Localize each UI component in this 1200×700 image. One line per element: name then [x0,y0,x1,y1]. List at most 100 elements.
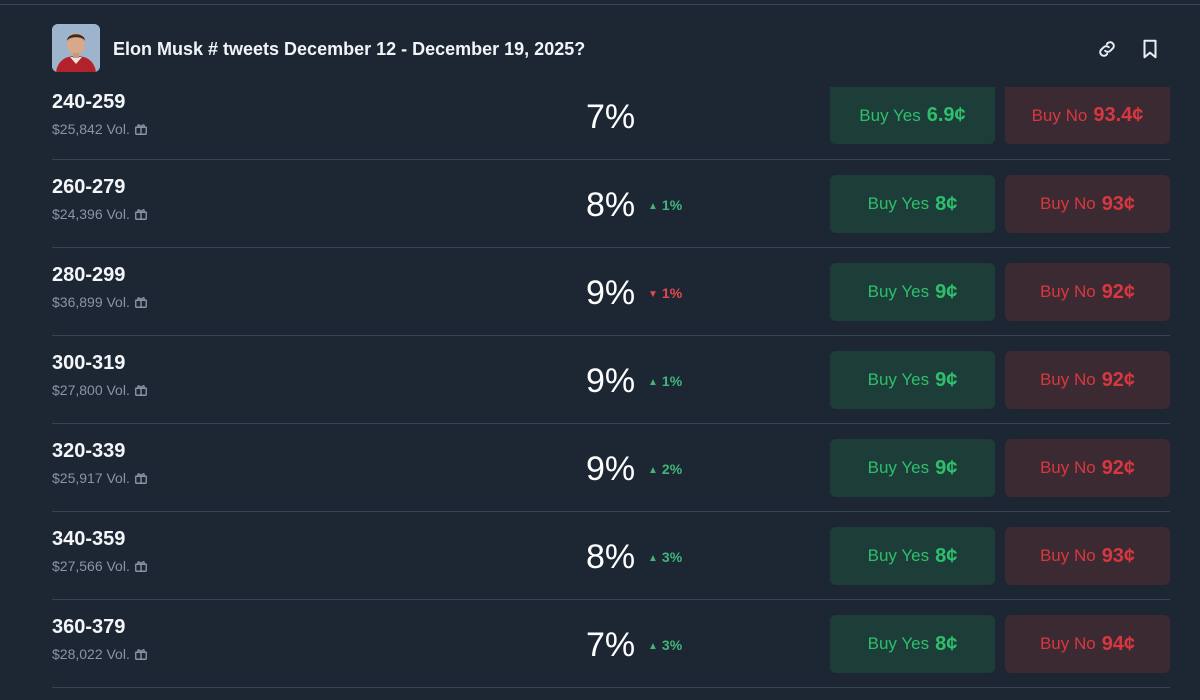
outcome-range: 280-299 [52,264,126,286]
buy-yes-button[interactable]: Buy Yes 9¢ [830,263,995,321]
outcome-row[interactable]: 280-299 $36,899 Vol. 9% ▼ 1% Buy Yes 9¢ Buy No 9… [52,248,1170,336]
up-arrow-icon: ▲ [648,553,658,564]
yes-price: 8¢ [935,192,958,215]
outcome-volume: $28,022 Vol. [52,646,148,664]
volume-value: $25,917 Vol. [52,470,130,486]
outcome-volume: $36,899 Vol. [52,294,148,312]
change-value: 3% [661,549,683,565]
outcome-row[interactable]: 260-279 $24,396 Vol. 8% ▲ 1% Buy Yes 8¢ Buy No 9… [52,160,1170,248]
up-arrow-icon: ▲ [648,201,658,212]
price-change: ▲ 3% [648,549,682,565]
buy-yes-label: Buy Yes [867,546,930,565]
outcome-range: 300-319 [52,352,126,374]
yes-price: 8¢ [935,632,958,655]
up-arrow-icon: ▲ [648,377,658,388]
price-change: ▲ 1% [648,197,682,213]
buy-no-button[interactable]: Buy No 92¢ [1005,351,1170,409]
buy-yes-label: Buy Yes [859,105,921,125]
outcome-probability: 9% [586,362,636,400]
outcome-row[interactable]: 240-259 $25,842 Vol. 7% Buy Yes 6.9¢ Buy No 93… [52,87,1170,160]
buy-yes-button[interactable]: Buy Yes 9¢ [830,439,995,497]
gift-icon[interactable] [134,295,148,312]
market-avatar[interactable] [52,24,100,72]
buy-no-label: Buy No [1031,105,1088,125]
link-icon[interactable] [1096,38,1118,60]
change-value: 1% [661,197,683,213]
outcome-range: 360-379 [52,616,126,638]
outcome-range: 320-339 [52,440,126,462]
change-value: 2% [661,461,683,477]
change-value: 3% [661,637,683,653]
outcome-probability: 9% [586,274,636,312]
outcome-row[interactable]: 340-359 $27,566 Vol. 8% ▲ 3% Buy Yes 8¢ Buy No 9… [52,512,1170,600]
no-price: 93¢ [1101,544,1136,567]
up-arrow-icon: ▲ [648,465,658,476]
change-value: 1% [661,285,683,301]
no-price: 93¢ [1101,192,1136,215]
buy-no-button[interactable]: Buy No 93.4¢ [1005,87,1170,144]
outcome-row[interactable]: 360-379 $28,022 Vol. 7% ▲ 3% Buy Yes 8¢ Buy No 9… [52,600,1170,688]
volume-value: $25,842 Vol. [52,121,130,137]
buy-no-button[interactable]: Buy No 94¢ [1005,615,1170,673]
buy-no-label: Buy No [1039,194,1096,213]
gift-icon[interactable] [134,383,148,400]
outcome-probability: 9% [586,450,636,488]
no-price: 92¢ [1101,456,1136,479]
outcome-volume: $24,396 Vol. [52,206,148,224]
outcome-list: 240-259 $25,842 Vol. 7% Buy Yes 6.9¢ Buy No 93… [52,87,1170,688]
yes-price: 9¢ [935,456,958,479]
price-change: ▼ 1% [648,285,682,301]
up-arrow-icon: ▲ [648,641,658,652]
buy-no-button[interactable]: Buy No 92¢ [1005,263,1170,321]
yes-price: 6.9¢ [926,104,966,126]
volume-value: $27,566 Vol. [52,558,130,574]
outcome-range: 240-259 [52,91,126,113]
gift-icon[interactable] [134,122,148,139]
no-price: 94¢ [1101,632,1136,655]
yes-price: 8¢ [935,544,958,567]
market-title: Elon Musk # tweets December 12 - Decembe… [113,39,586,59]
outcome-row[interactable]: 300-319 $27,800 Vol. 9% ▲ 1% Buy Yes 9¢ Buy No 9… [52,336,1170,424]
buy-yes-button[interactable]: Buy Yes 9¢ [830,351,995,409]
buy-yes-button[interactable]: Buy Yes 8¢ [830,175,995,233]
buy-no-button[interactable]: Buy No 93¢ [1005,175,1170,233]
no-price: 93.4¢ [1093,104,1144,126]
buy-no-label: Buy No [1039,634,1096,653]
buy-yes-label: Buy Yes [867,282,930,301]
gift-icon[interactable] [134,647,148,664]
price-change: ▲ 3% [648,637,682,653]
buy-no-label: Buy No [1039,282,1096,301]
bookmark-icon[interactable] [1139,38,1161,60]
outcome-probability: 8% [586,186,636,224]
buy-yes-label: Buy Yes [867,194,930,213]
buy-yes-button[interactable]: Buy Yes 6.9¢ [830,87,995,144]
no-price: 92¢ [1101,368,1136,391]
buy-yes-button[interactable]: Buy Yes 8¢ [830,615,995,673]
outcome-volume: $25,917 Vol. [52,470,148,488]
outcome-volume: $25,842 Vol. [52,121,148,139]
gift-icon[interactable] [134,207,148,224]
volume-value: $36,899 Vol. [52,294,130,310]
gift-icon[interactable] [134,559,148,576]
outcome-probability: 7% [586,98,636,136]
outcome-probability: 8% [586,538,636,576]
buy-no-label: Buy No [1039,458,1096,477]
outcome-range: 340-359 [52,528,126,550]
gift-icon[interactable] [134,471,148,488]
buy-yes-label: Buy Yes [867,634,930,653]
down-arrow-icon: ▼ [648,289,658,300]
market-header: Elon Musk # tweets December 12 - Decembe… [0,5,1200,91]
outcome-range: 260-279 [52,176,126,198]
volume-value: $28,022 Vol. [52,646,130,662]
buy-yes-button[interactable]: Buy Yes 8¢ [830,527,995,585]
outcome-probability: 7% [586,626,636,664]
yes-price: 9¢ [935,280,958,303]
volume-value: $24,396 Vol. [52,206,130,222]
buy-yes-label: Buy Yes [867,370,930,389]
price-change: ▲ 2% [648,461,682,477]
outcome-volume: $27,800 Vol. [52,382,148,400]
outcome-volume: $27,566 Vol. [52,558,148,576]
outcome-row[interactable]: 320-339 $25,917 Vol. 9% ▲ 2% Buy Yes 9¢ Buy No 9… [52,424,1170,512]
buy-no-button[interactable]: Buy No 92¢ [1005,439,1170,497]
buy-no-button[interactable]: Buy No 93¢ [1005,527,1170,585]
